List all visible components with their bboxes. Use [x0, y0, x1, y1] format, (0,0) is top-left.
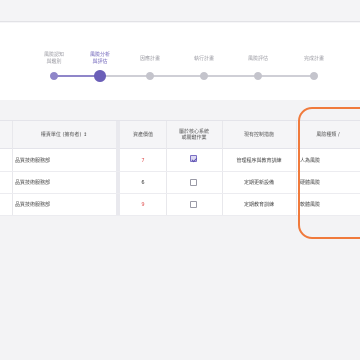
cell-value: 7 — [141, 158, 145, 164]
step-dot-current[interactable] — [94, 70, 106, 82]
step-label[interactable]: 完成計畫 — [291, 56, 337, 63]
critical-checkbox[interactable] — [190, 179, 197, 186]
cell-control: 定期更新設備 — [243, 180, 274, 186]
header-owner[interactable]: 權責單位 (擁有者) ↕ — [12, 121, 116, 149]
cell-value: 6 — [141, 180, 145, 186]
step-dot[interactable] — [146, 72, 154, 80]
step-connector — [204, 75, 258, 77]
step-dot[interactable] — [254, 72, 262, 80]
step-connector — [258, 75, 314, 77]
top-bar — [0, 0, 360, 22]
step-label[interactable]: 風險認知 與鑑別 — [31, 52, 77, 66]
cell-owner: 品質技術服務部 — [15, 158, 51, 164]
step-label[interactable]: 風險評估 — [235, 56, 281, 63]
step-dot[interactable] — [310, 72, 318, 80]
critical-checkbox[interactable] — [190, 201, 197, 208]
header-critical: 屬於核心系統 或關鍵作業 — [178, 129, 209, 141]
cell-control: 定期教育訓練 — [243, 202, 274, 208]
step-dot[interactable] — [200, 72, 208, 80]
cell-value: 9 — [141, 202, 145, 208]
critical-checkbox[interactable] — [190, 155, 197, 162]
step-connector — [150, 75, 204, 77]
step-label[interactable]: 執行計畫 — [181, 56, 227, 63]
highlight-outline — [298, 107, 360, 239]
header-control: 現有控制措施 — [243, 132, 274, 138]
header-value: 資產價值 — [132, 132, 153, 138]
step-connector — [100, 75, 150, 77]
step-label[interactable]: 風險分析 與評估 — [77, 52, 123, 66]
cell-control: 管理程序與教育訓練 — [236, 158, 282, 164]
cell-owner: 品質技術服務部 — [15, 180, 51, 186]
step-dot[interactable] — [50, 72, 58, 80]
cell-owner: 品質技術服務部 — [15, 202, 51, 208]
step-label[interactable]: 因應計畫 — [127, 56, 173, 63]
